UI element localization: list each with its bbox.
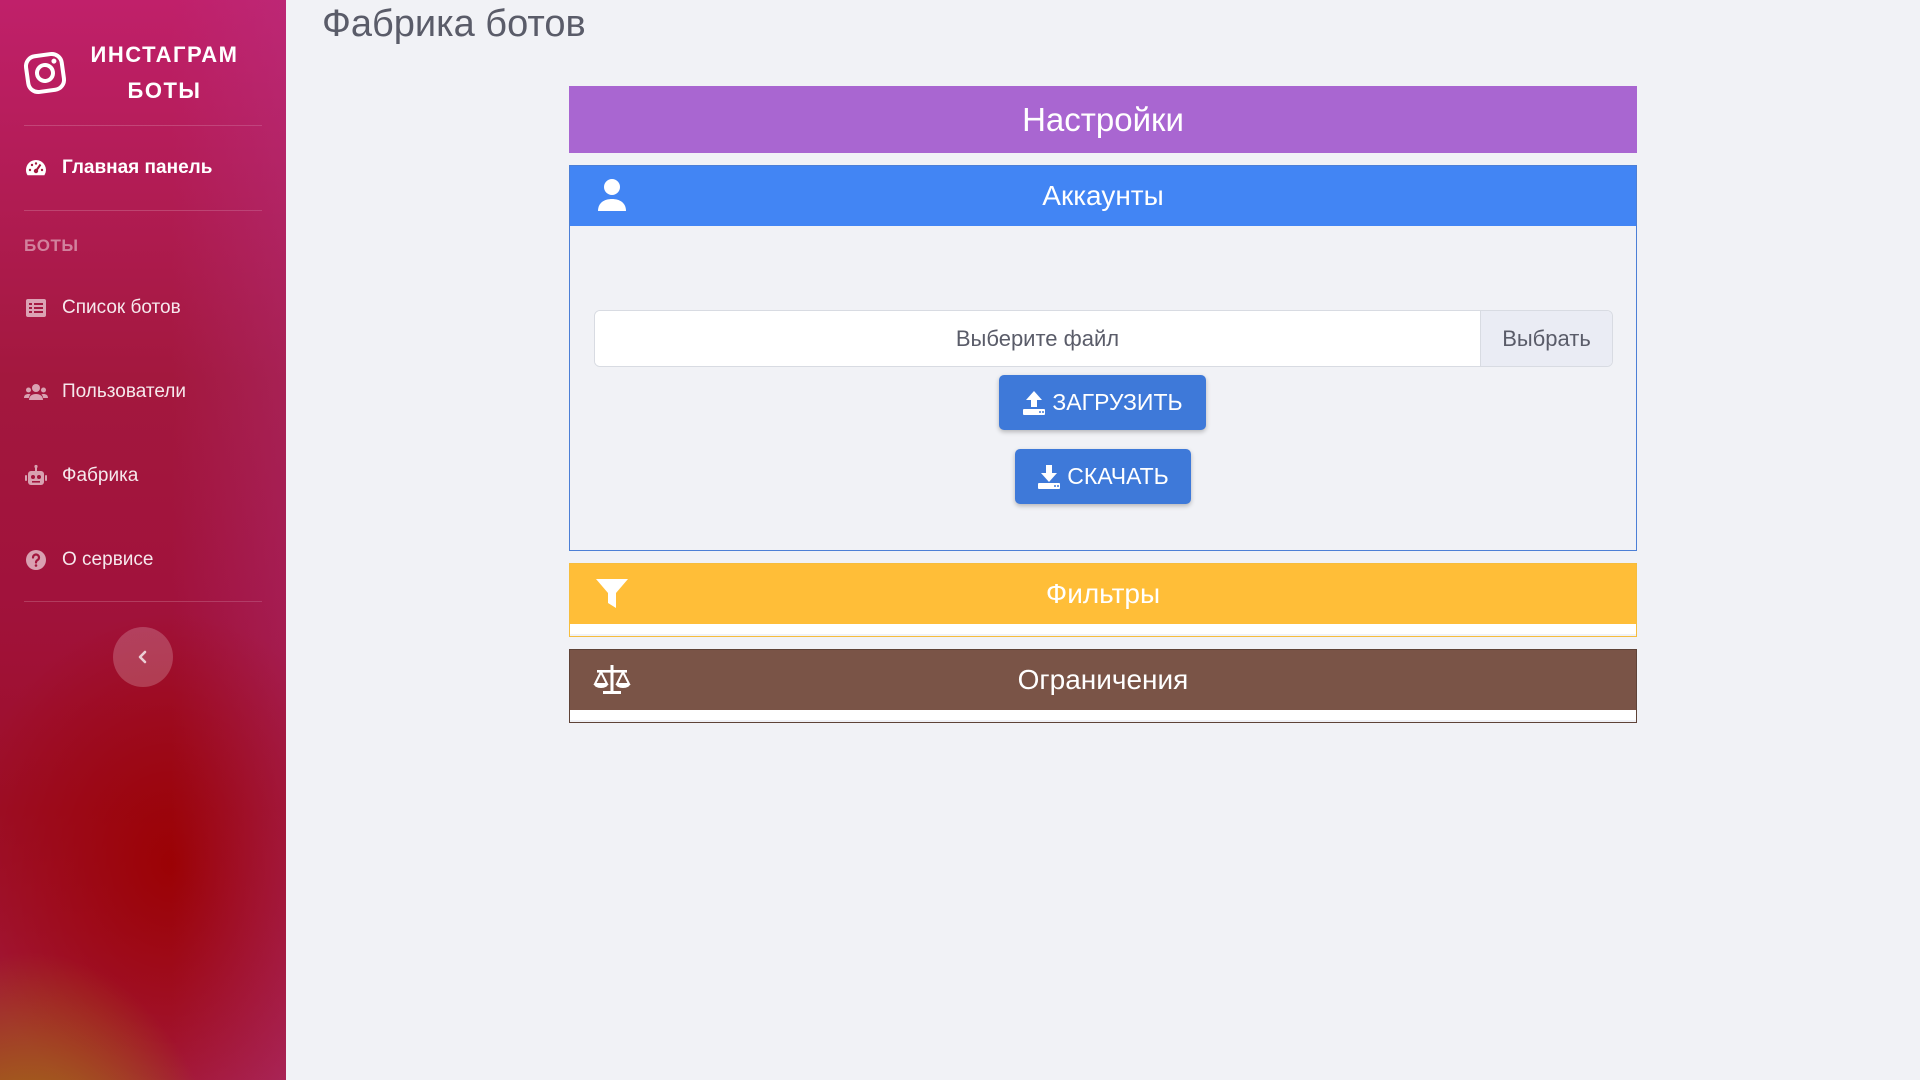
sidebar-item-about[interactable]: О сервисе — [24, 542, 153, 578]
chevron-left-icon — [138, 650, 147, 664]
instagram-icon — [23, 51, 67, 95]
limits-card-body — [570, 710, 1636, 720]
download-label: СКАЧАТЬ — [1067, 463, 1169, 489]
file-input[interactable] — [595, 311, 1480, 366]
accounts-title: Аккаунты — [1042, 180, 1164, 211]
sidebar-item-dashboard[interactable]: Главная панель — [24, 150, 212, 186]
balance-scale-icon — [593, 665, 631, 694]
sidebar-divider — [24, 210, 262, 211]
user-icon — [598, 179, 626, 211]
page-title: Фабрика ботов — [322, 3, 586, 45]
robot-icon — [25, 464, 47, 485]
sidebar-item-label: Список ботов — [62, 297, 181, 318]
tachometer-icon — [26, 160, 46, 176]
brand-line-2: БОТЫ — [127, 78, 202, 103]
brand[interactable]: ИНСТАГРАМ БОТЫ — [22, 38, 252, 108]
limits-card-header[interactable]: Ограничения — [570, 650, 1636, 710]
question-circle-icon — [26, 550, 46, 570]
filter-icon — [596, 579, 628, 608]
sidebar-item-label: Главная панель — [62, 157, 213, 178]
sidebar-item-factory[interactable]: Фабрика — [24, 458, 138, 494]
filters-title: Фильтры — [1045, 578, 1161, 609]
sidebar-item-bot-list[interactable]: Список ботов — [24, 290, 181, 326]
sidebar-item-label: Пользователи — [62, 381, 187, 402]
sidebar-item-users[interactable]: Пользователи — [24, 374, 186, 410]
sidebar-item-label: О сервисе — [62, 549, 154, 570]
list-icon — [26, 299, 46, 317]
sidebar-item-label: Фабрика — [62, 465, 139, 486]
sidebar-section-heading: БОТЫ — [24, 236, 79, 255]
limits-title: Ограничения — [1017, 664, 1189, 695]
sidebar: ИНСТАГРАМ БОТЫ Главная панель БОТЫ Списо… — [0, 0, 286, 1080]
sidebar-toggle-button[interactable] — [113, 627, 173, 687]
brand-text: ИНСТАГРАМ БОТЫ — [82, 37, 247, 109]
download-button[interactable]: СКАЧАТЬ — [1015, 449, 1191, 504]
upload-button[interactable]: ЗАГРУЗИТЬ — [999, 375, 1206, 430]
download-icon — [1038, 464, 1061, 489]
filters-card-body — [570, 624, 1636, 634]
settings-header: Настройки — [569, 86, 1637, 153]
limits-card: Ограничения — [569, 649, 1637, 723]
choose-file-button[interactable]: Выбрать — [1480, 311, 1612, 366]
filters-card: Фильтры — [569, 563, 1637, 637]
filters-card-header[interactable]: Фильтры — [570, 564, 1636, 624]
upload-label: ЗАГРУЗИТЬ — [1052, 389, 1183, 415]
sidebar-divider — [24, 125, 262, 126]
brand-line-1: ИНСТАГРАМ — [90, 42, 239, 67]
users-icon — [24, 384, 48, 400]
file-picker: Выбрать — [594, 310, 1613, 367]
sidebar-divider — [24, 601, 262, 602]
accounts-card: Аккаунты Выбрать ЗАГРУЗИТЬ СКАЧАТЬ — [569, 165, 1637, 551]
accounts-card-header[interactable]: Аккаунты — [570, 166, 1636, 226]
upload-icon — [1023, 390, 1046, 415]
